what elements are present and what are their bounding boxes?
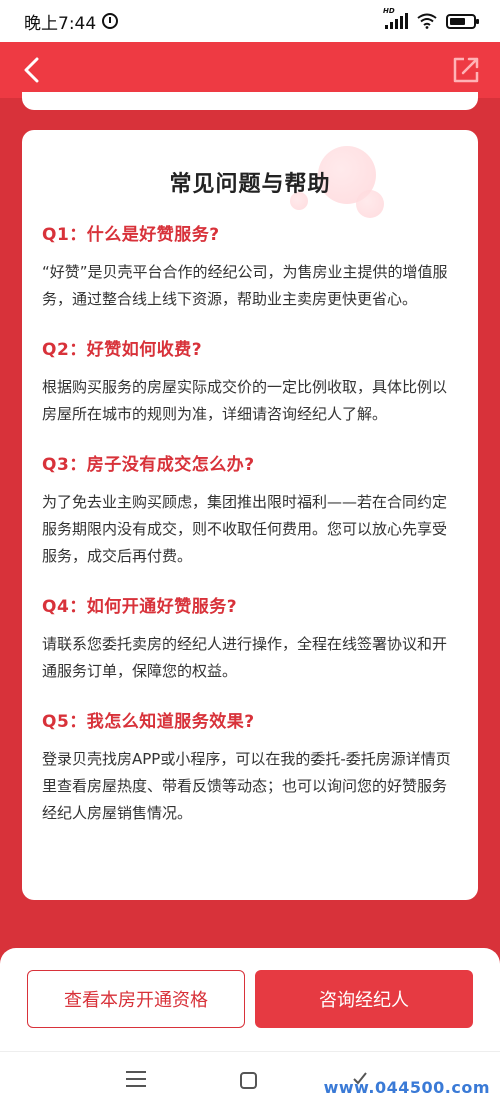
- share-button[interactable]: [448, 52, 484, 88]
- header: [0, 42, 500, 98]
- signal-icon: HD: [383, 7, 408, 29]
- hd-badge: HD: [383, 7, 395, 15]
- faq-question: Q5：我怎么知道服务效果?: [42, 712, 255, 732]
- faq-question: Q2：好赞如何收费?: [42, 340, 203, 360]
- faq-item: Q2：好赞如何收费? 根据购买服务的房屋实际成交价的一定比例收取，具体比例以房屋…: [42, 335, 458, 428]
- faq-card: 常见问题与帮助 Q1：什么是好赞服务? “好赞”是贝壳平台合作的经纪公司，为售房…: [22, 130, 478, 900]
- wifi-icon: [417, 13, 437, 29]
- share-icon: [453, 57, 479, 83]
- watermark: www.044500.com: [323, 1078, 490, 1097]
- alarm-icon: [102, 13, 119, 29]
- consult-agent-button[interactable]: 咨询经纪人: [255, 970, 473, 1028]
- back-button[interactable]: [14, 52, 50, 88]
- faq-answer: “好赞”是贝壳平台合作的经纪公司，为售房业主提供的增值服务，通过整合线上线下资源…: [42, 263, 448, 308]
- menu-icon[interactable]: [126, 1071, 146, 1087]
- status-bar: 晚上7:44 HD: [0, 0, 500, 42]
- info-card: [22, 92, 478, 110]
- faq-item: Q5：我怎么知道服务效果? 登录贝壳找房APP或小程序，可以在我的委托-委托房源…: [42, 707, 458, 827]
- chevron-left-icon: [24, 57, 39, 83]
- nav-divider: [0, 1051, 500, 1052]
- check-eligibility-button[interactable]: 查看本房开通资格: [27, 970, 245, 1028]
- status-time: 晚上7:44: [24, 13, 97, 34]
- faq-question: Q4：如何开通好赞服务?: [42, 597, 238, 617]
- home-icon[interactable]: [240, 1072, 257, 1089]
- faq-item: Q3：房子没有成交怎么办? 为了免去业主购买顾虑，集团推出限时福利——若在合同约…: [42, 450, 458, 570]
- faq-question: Q1：什么是好赞服务?: [42, 225, 220, 245]
- status-icons: HD: [383, 7, 479, 29]
- battery-icon: [446, 13, 479, 29]
- faq-question: Q3：房子没有成交怎么办?: [42, 455, 255, 475]
- faq-answer: 请联系您委托卖房的经纪人进行操作，全程在线签署协议和开通服务订单，保障您的权益。: [42, 635, 448, 680]
- faq-answer: 根据购买服务的房屋实际成交价的一定比例收取，具体比例以房屋所在城市的规则为准，详…: [42, 378, 448, 423]
- faq-answer: 登录贝壳找房APP或小程序，可以在我的委托-委托房源详情页里查看房屋热度、带看反…: [42, 750, 451, 822]
- faq-item: Q1：什么是好赞服务? “好赞”是贝壳平台合作的经纪公司，为售房业主提供的增值服…: [42, 220, 458, 313]
- faq-item: Q4：如何开通好赞服务? 请联系您委托卖房的经纪人进行操作，全程在线签署协议和开…: [42, 592, 458, 685]
- faq-answer: 为了免去业主购买顾虑，集团推出限时福利——若在合同约定服务期限内没有成交，则不收…: [42, 493, 448, 565]
- faq-title: 常见问题与帮助: [169, 172, 331, 197]
- bottom-action-bar: 查看本房开通资格 咨询经纪人 www.044500.com: [0, 948, 500, 1097]
